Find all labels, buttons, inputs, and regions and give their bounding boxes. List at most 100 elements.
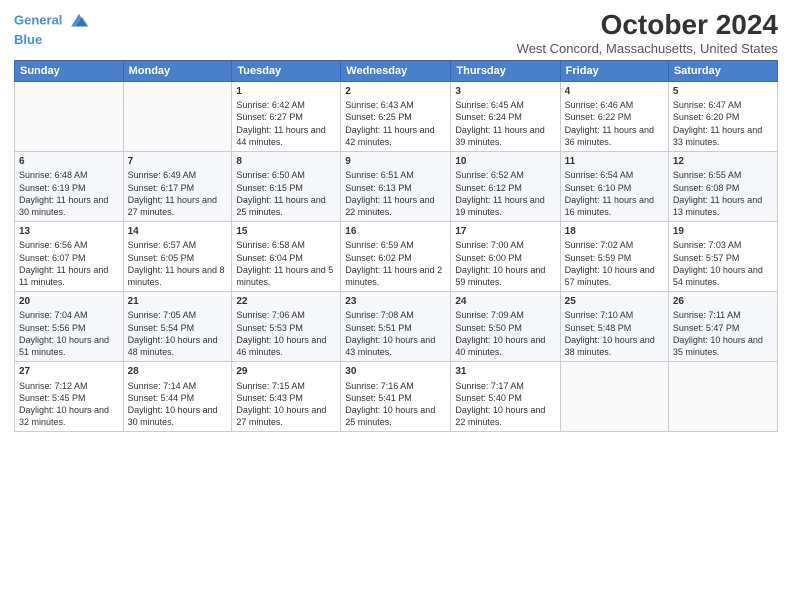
month-title: October 2024 [517,10,778,41]
day-number: 18 [565,225,664,239]
cell-data-line: Daylight: 10 hours and 22 minutes. [455,404,555,428]
calendar-table: SundayMondayTuesdayWednesdayThursdayFrid… [14,60,778,432]
day-number: 17 [455,225,555,239]
logo-subtext: Blue [14,32,90,48]
cell-data-line: Sunrise: 7:02 AM [565,239,664,251]
cell-data-line: Sunset: 6:15 PM [236,182,336,194]
cell-data-line: Sunset: 6:13 PM [345,182,446,194]
cell-data-line: Sunrise: 6:50 AM [236,169,336,181]
cell-data-line: Sunrise: 7:17 AM [455,380,555,392]
cell-data-line: Sunset: 6:19 PM [19,182,119,194]
day-number: 24 [455,295,555,309]
page-header: General Blue October 2024 West Concord, … [14,10,778,56]
cell-data-line: Sunset: 6:00 PM [455,252,555,264]
cell-data-line: Sunset: 5:43 PM [236,392,336,404]
cell-data-line: Sunrise: 6:56 AM [19,239,119,251]
day-number: 4 [565,85,664,99]
calendar-cell: 25Sunrise: 7:10 AMSunset: 5:48 PMDayligh… [560,291,668,361]
cell-data-line: Sunrise: 6:58 AM [236,239,336,251]
cell-data-line: Sunset: 6:04 PM [236,252,336,264]
cell-data-line: Daylight: 10 hours and 35 minutes. [673,334,773,358]
calendar-cell: 29Sunrise: 7:15 AMSunset: 5:43 PMDayligh… [232,362,341,432]
cell-data-line: Sunrise: 6:51 AM [345,169,446,181]
cell-data-line: Daylight: 11 hours and 22 minutes. [345,194,446,218]
calendar-cell: 23Sunrise: 7:08 AMSunset: 5:51 PMDayligh… [341,291,451,361]
calendar-cell: 30Sunrise: 7:16 AMSunset: 5:41 PMDayligh… [341,362,451,432]
day-number: 25 [565,295,664,309]
calendar-cell: 7Sunrise: 6:49 AMSunset: 6:17 PMDaylight… [123,151,232,221]
day-number: 10 [455,155,555,169]
calendar-cell: 5Sunrise: 6:47 AMSunset: 6:20 PMDaylight… [668,81,777,151]
cell-data-line: Sunset: 6:27 PM [236,111,336,123]
cell-data-line: Daylight: 10 hours and 59 minutes. [455,264,555,288]
cell-data-line: Daylight: 11 hours and 5 minutes. [236,264,336,288]
cell-data-line: Sunset: 6:10 PM [565,182,664,194]
day-number: 7 [128,155,228,169]
cell-data-line: Daylight: 11 hours and 11 minutes. [19,264,119,288]
calendar-cell: 4Sunrise: 6:46 AMSunset: 6:22 PMDaylight… [560,81,668,151]
calendar-cell: 27Sunrise: 7:12 AMSunset: 5:45 PMDayligh… [15,362,124,432]
day-number: 20 [19,295,119,309]
cell-data-line: Daylight: 10 hours and 38 minutes. [565,334,664,358]
cell-data-line: Sunset: 5:59 PM [565,252,664,264]
calendar-cell: 24Sunrise: 7:09 AMSunset: 5:50 PMDayligh… [451,291,560,361]
calendar-cell: 8Sunrise: 6:50 AMSunset: 6:15 PMDaylight… [232,151,341,221]
calendar-week-row: 13Sunrise: 6:56 AMSunset: 6:07 PMDayligh… [15,221,778,291]
cell-data-line: Sunset: 5:40 PM [455,392,555,404]
weekday-header: Sunday [15,60,124,81]
day-number: 30 [345,365,446,379]
calendar-header-row: SundayMondayTuesdayWednesdayThursdayFrid… [15,60,778,81]
calendar-cell: 31Sunrise: 7:17 AMSunset: 5:40 PMDayligh… [451,362,560,432]
weekday-header: Wednesday [341,60,451,81]
cell-data-line: Daylight: 11 hours and 36 minutes. [565,124,664,148]
calendar-cell: 21Sunrise: 7:05 AMSunset: 5:54 PMDayligh… [123,291,232,361]
cell-data-line: Sunset: 5:47 PM [673,322,773,334]
cell-data-line: Daylight: 10 hours and 32 minutes. [19,404,119,428]
cell-data-line: Sunset: 5:56 PM [19,322,119,334]
cell-data-line: Sunset: 5:54 PM [128,322,228,334]
cell-data-line: Sunrise: 6:49 AM [128,169,228,181]
cell-data-line: Daylight: 11 hours and 16 minutes. [565,194,664,218]
calendar-cell [560,362,668,432]
cell-data-line: Sunrise: 6:55 AM [673,169,773,181]
cell-data-line: Sunrise: 6:54 AM [565,169,664,181]
cell-data-line: Daylight: 11 hours and 27 minutes. [128,194,228,218]
cell-data-line: Daylight: 10 hours and 27 minutes. [236,404,336,428]
cell-data-line: Daylight: 10 hours and 25 minutes. [345,404,446,428]
cell-data-line: Sunrise: 6:47 AM [673,99,773,111]
cell-data-line: Daylight: 11 hours and 30 minutes. [19,194,119,218]
cell-data-line: Sunset: 6:12 PM [455,182,555,194]
weekday-header: Saturday [668,60,777,81]
cell-data-line: Daylight: 10 hours and 57 minutes. [565,264,664,288]
day-number: 11 [565,155,664,169]
calendar-week-row: 6Sunrise: 6:48 AMSunset: 6:19 PMDaylight… [15,151,778,221]
cell-data-line: Daylight: 11 hours and 19 minutes. [455,194,555,218]
calendar-week-row: 1Sunrise: 6:42 AMSunset: 6:27 PMDaylight… [15,81,778,151]
calendar-cell [15,81,124,151]
calendar-cell: 1Sunrise: 6:42 AMSunset: 6:27 PMDaylight… [232,81,341,151]
cell-data-line: Daylight: 10 hours and 40 minutes. [455,334,555,358]
cell-data-line: Sunrise: 7:14 AM [128,380,228,392]
day-number: 27 [19,365,119,379]
calendar-cell: 22Sunrise: 7:06 AMSunset: 5:53 PMDayligh… [232,291,341,361]
day-number: 28 [128,365,228,379]
cell-data-line: Sunrise: 7:11 AM [673,309,773,321]
weekday-header: Friday [560,60,668,81]
calendar-cell [123,81,232,151]
cell-data-line: Sunrise: 6:46 AM [565,99,664,111]
cell-data-line: Sunrise: 6:57 AM [128,239,228,251]
cell-data-line: Sunrise: 6:59 AM [345,239,446,251]
calendar-week-row: 27Sunrise: 7:12 AMSunset: 5:45 PMDayligh… [15,362,778,432]
day-number: 3 [455,85,555,99]
cell-data-line: Sunset: 5:45 PM [19,392,119,404]
cell-data-line: Sunset: 6:05 PM [128,252,228,264]
cell-data-line: Sunrise: 6:52 AM [455,169,555,181]
day-number: 12 [673,155,773,169]
calendar-cell: 10Sunrise: 6:52 AMSunset: 6:12 PMDayligh… [451,151,560,221]
cell-data-line: Daylight: 11 hours and 25 minutes. [236,194,336,218]
cell-data-line: Daylight: 10 hours and 46 minutes. [236,334,336,358]
cell-data-line: Daylight: 10 hours and 48 minutes. [128,334,228,358]
calendar-cell: 15Sunrise: 6:58 AMSunset: 6:04 PMDayligh… [232,221,341,291]
cell-data-line: Daylight: 11 hours and 2 minutes. [345,264,446,288]
day-number: 31 [455,365,555,379]
